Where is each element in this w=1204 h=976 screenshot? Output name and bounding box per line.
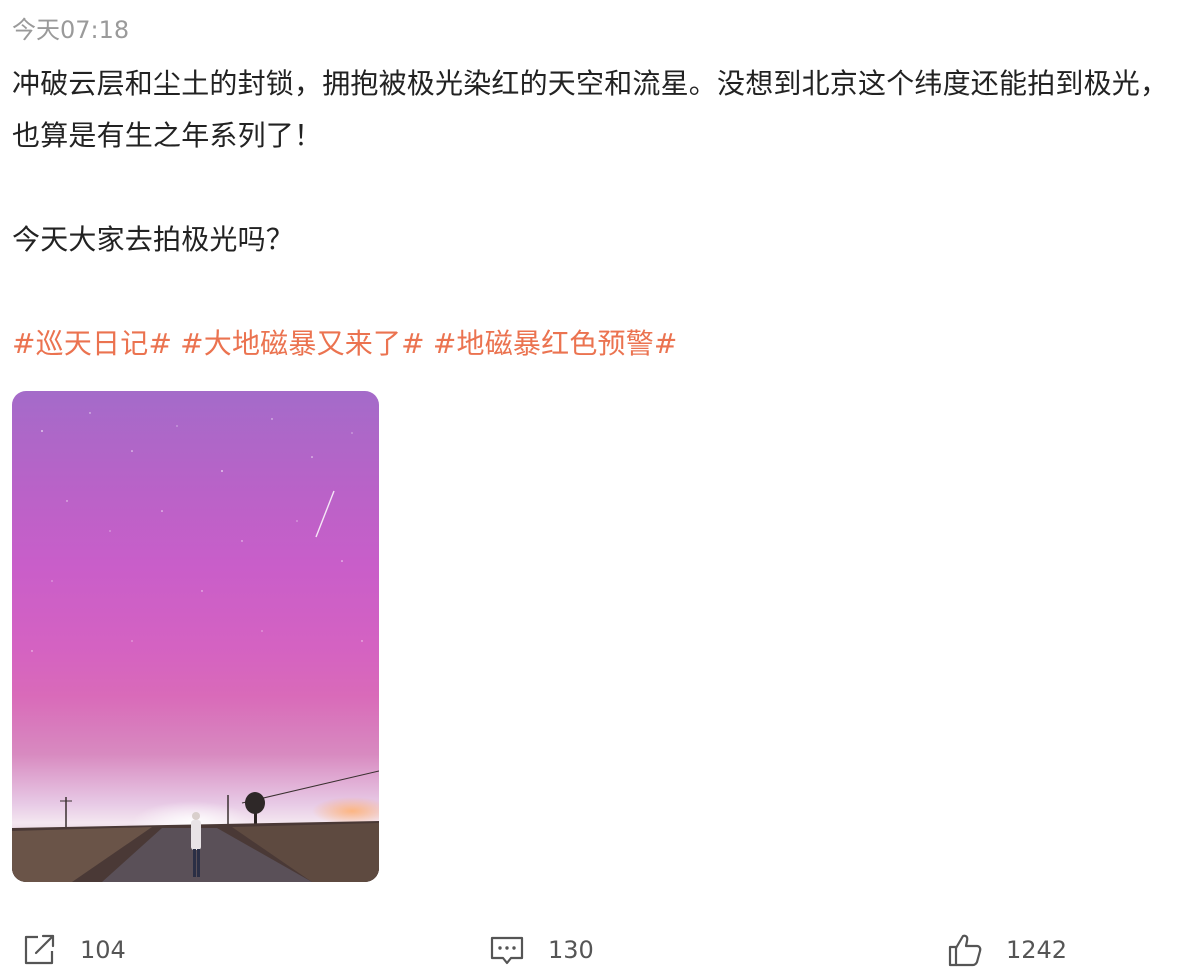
post-action-bar: 104 130 1242 — [0, 920, 1204, 976]
comment-icon — [488, 931, 526, 969]
share-count: 104 — [80, 936, 126, 964]
post-paragraph: 今天大家去拍极光吗？ — [12, 223, 295, 256]
aurora-photo[interactable] — [12, 391, 379, 882]
thumbs-up-icon — [946, 931, 984, 969]
comment-count: 130 — [548, 936, 594, 964]
hashtag-link[interactable]: #地磁暴红色预警# — [433, 327, 678, 360]
post-paragraph: 冲破云层和尘土的封锁，拥抱被极光染红的天空和流星。没想到北京这个纬度还能拍到极光… — [12, 67, 1169, 152]
comment-button[interactable]: 130 — [488, 930, 594, 970]
hashtag-link[interactable]: #巡天日记# — [12, 327, 172, 360]
share-icon — [20, 931, 58, 969]
post-timestamp: 今天07:18 — [12, 16, 130, 44]
hashtag-list: #巡天日记# #大地磁暴又来了# #地磁暴红色预警# — [12, 318, 1192, 370]
like-count: 1242 — [1006, 936, 1068, 964]
aurora-photo-scene — [12, 412, 379, 882]
hashtag-link[interactable]: #大地磁暴又来了# — [180, 327, 425, 360]
post-body: 冲破云层和尘土的封锁，拥抱被极光染红的天空和流星。没想到北京这个纬度还能拍到极光… — [12, 58, 1192, 370]
like-button[interactable]: 1242 — [946, 930, 1067, 970]
share-button[interactable]: 104 — [20, 930, 126, 970]
